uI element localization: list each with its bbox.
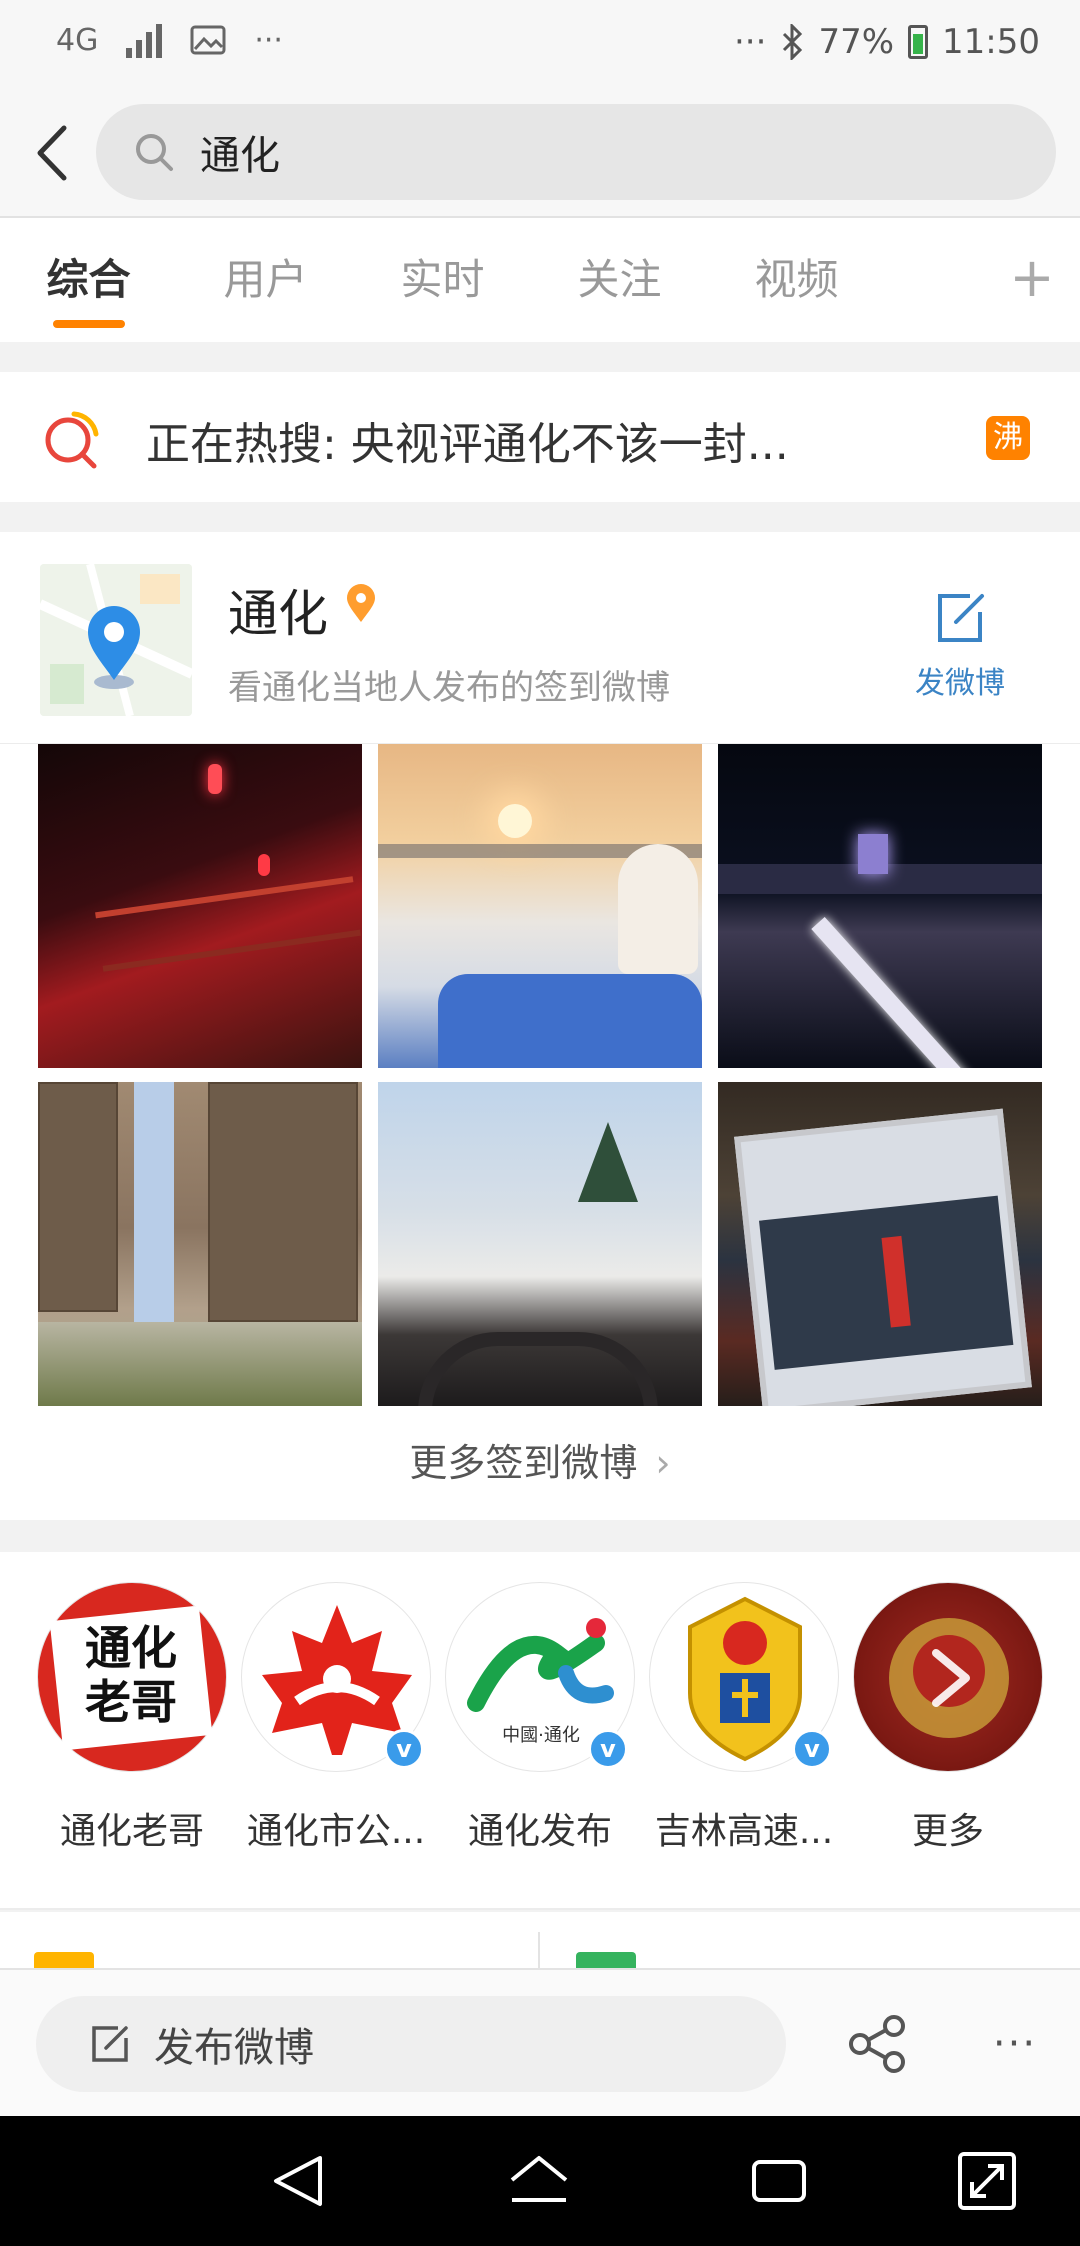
avatar: v xyxy=(241,1582,431,1772)
search-tabs: 综合 用户 实时 关注 视频 + xyxy=(0,218,1080,342)
share-icon xyxy=(849,2015,905,2073)
police-emblem-icon xyxy=(889,1618,1009,1738)
account-name: 通化老哥 xyxy=(59,1811,204,1852)
location-subtitle: 看通化当地人发布的签到微博 xyxy=(228,668,670,708)
system-nav-bar xyxy=(0,2116,1080,2246)
battery-icon xyxy=(908,25,929,59)
more-checkins-link[interactable]: 更多签到微博 › xyxy=(0,1432,1080,1487)
nav-expand-button[interactable] xyxy=(952,2146,1022,2216)
compose-bar: 发布微博 ··· xyxy=(0,1968,1080,2116)
nav-recents-button[interactable] xyxy=(744,2146,814,2216)
avatar xyxy=(853,1582,1043,1772)
back-button[interactable] xyxy=(24,118,84,188)
map-pin-icon xyxy=(40,564,192,716)
battery-percent: 77% xyxy=(818,22,895,62)
residential-towers-photo[interactable] xyxy=(38,1082,362,1406)
nav-home-button[interactable] xyxy=(504,2146,574,2216)
image-icon xyxy=(190,25,226,55)
topics-divider xyxy=(538,1932,540,1972)
more-accounts[interactable]: 更多 xyxy=(848,1582,1048,1854)
verified-badge-icon: v xyxy=(588,1729,628,1769)
clock: 11:50 xyxy=(942,22,1040,62)
account-item[interactable]: 通化老哥 通化老哥 xyxy=(32,1582,232,1854)
network-type: 4G xyxy=(56,22,99,58)
avatar: 中國·通化 v xyxy=(445,1582,635,1772)
tab-realtime[interactable]: 实时 xyxy=(354,218,531,342)
topics-strip xyxy=(0,1912,1080,1972)
status-left: 4G ··· xyxy=(56,22,283,58)
search-query: 通化 xyxy=(200,133,280,179)
nav-back-button[interactable] xyxy=(264,2146,334,2216)
tablet-tv-screen-photo[interactable] xyxy=(718,1082,1042,1406)
checkin-photo-grid xyxy=(38,744,1042,1406)
signal-icon xyxy=(126,22,163,58)
account-name: 更多 xyxy=(911,1811,984,1852)
hot-badge: 沸 xyxy=(986,416,1030,460)
account-name: 通化市公... xyxy=(246,1811,426,1852)
status-dots-left: ··· xyxy=(254,22,283,58)
chevron-right-icon: › xyxy=(655,1441,671,1485)
night-bridge-city-photo[interactable] xyxy=(718,744,1042,1068)
expand-icon xyxy=(958,2152,1016,2210)
location-header[interactable]: 通化 看通化当地人发布的签到微博 发微博 xyxy=(0,532,1080,744)
recents-icon xyxy=(752,2160,806,2202)
add-tab-icon[interactable]: + xyxy=(1002,248,1062,308)
tab-comprehensive[interactable]: 综合 xyxy=(0,218,177,342)
post-weibo-label: 发微博 xyxy=(915,666,1005,701)
avatar: 通化老哥 xyxy=(37,1582,227,1772)
account-name: 通化发布 xyxy=(467,1811,612,1852)
account-name: 吉林高速... xyxy=(654,1811,834,1852)
search-header: 通化 xyxy=(0,92,1080,218)
share-button[interactable] xyxy=(846,2012,910,2076)
back-arrow-icon xyxy=(37,125,67,181)
triangle-back-icon xyxy=(274,2156,322,2206)
hot-search-banner[interactable]: 正在热搜: 央视评通化不该一封... 沸 xyxy=(0,372,1080,502)
related-accounts: 通化老哥 通化老哥 v 通化市公... 中國·通化 v 通化发布 v 吉林高速.… xyxy=(0,1552,1080,1910)
tab-following[interactable]: 关注 xyxy=(531,218,708,342)
car-windshield-winter-photo[interactable] xyxy=(378,1082,702,1406)
snow-sunset-photo[interactable] xyxy=(378,744,702,1068)
location-pin-icon xyxy=(347,584,375,622)
hot-search-text: 正在热搜: 央视评通化不该一封... xyxy=(146,419,789,470)
more-options-button[interactable]: ··· xyxy=(980,2014,1050,2074)
more-checkins-label: 更多签到微博 xyxy=(409,1441,638,1485)
post-weibo-button[interactable]: 发微博 xyxy=(890,588,1030,708)
search-input[interactable]: 通化 xyxy=(96,104,1056,200)
red-lantern-bridge-photo[interactable] xyxy=(38,744,362,1068)
home-icon xyxy=(510,2156,568,2202)
verified-badge-icon: v xyxy=(384,1729,424,1769)
avatar: v xyxy=(649,1582,839,1772)
compose-weibo-button[interactable]: 发布微博 xyxy=(36,1996,786,2092)
compose-icon xyxy=(938,594,984,642)
verified-badge-icon: v xyxy=(792,1729,832,1769)
search-icon xyxy=(136,134,173,171)
hot-search-icon xyxy=(45,411,99,469)
location-card: 通化 看通化当地人发布的签到微博 发微博 更多签到微博 › xyxy=(0,532,1080,1520)
map-thumbnail xyxy=(40,564,192,716)
account-item[interactable]: v 通化市公... xyxy=(236,1582,436,1854)
account-item[interactable]: v 吉林高速... xyxy=(644,1582,844,1854)
account-item[interactable]: 中國·通化 v 通化发布 xyxy=(440,1582,640,1854)
avatar-text: 通化老哥 xyxy=(85,1621,177,1729)
edit-icon xyxy=(92,2026,128,2062)
status-dots-right: ··· xyxy=(734,22,767,62)
location-title: 通化 xyxy=(228,585,328,643)
compose-label: 发布微博 xyxy=(154,2025,314,2071)
tab-video[interactable]: 视频 xyxy=(708,218,885,342)
tab-users[interactable]: 用户 xyxy=(177,218,354,342)
status-bar: 4G ··· ··· 77% 11:50 xyxy=(0,0,1080,92)
bluetooth-icon xyxy=(783,24,803,60)
status-right: ··· 77% 11:50 xyxy=(734,22,1040,62)
